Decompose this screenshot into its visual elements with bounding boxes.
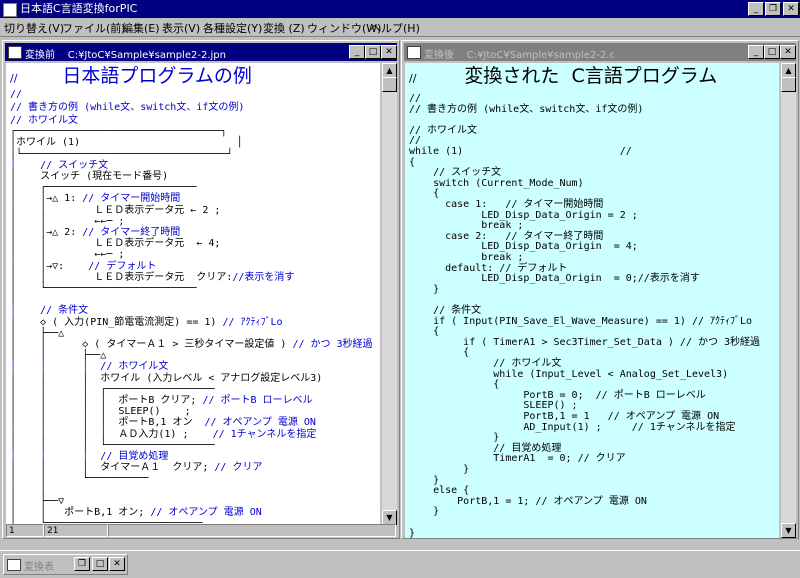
app-window: 日本語C言語変換forPIC _ ❐ ✕ 切り替え(V) ファイル(前) 編集(… (0, 0, 800, 578)
maximize-button[interactable]: □ (92, 557, 108, 571)
source-line: │└──────────────────────────────────┘ (10, 148, 233, 160)
source-pane-titlebar[interactable]: 変換前 C:¥JtoC¥Sample¥sample2-2.jpn _ □ ✕ (5, 43, 397, 61)
source-line: │ │→▽: // デフォルト (10, 260, 157, 272)
source-line: │ホワイル (1) │ (10, 137, 243, 149)
restore-button[interactable]: ❐ (74, 557, 90, 571)
source-pane-title: 変換前 C:¥JtoC¥Sample¥sample2-2.jpn (25, 50, 226, 61)
output-pane-title: 変換後 C:¥JtoC¥Sample¥sample2-2.c (424, 50, 615, 61)
source-line: │ │ ＬＥＤ表示データ元 クリア://表示を消す (10, 271, 295, 283)
output-scrollbar[interactable]: ▲ ▼ (781, 63, 796, 538)
source-editor[interactable]: //日本語プログラムの例 // // 書き方の例 (while文、switch文、… (6, 63, 380, 525)
output-line: } (409, 283, 440, 295)
source-line: │ │ │ ホワイル (入力レベル < アナログ設定レベル3) (10, 372, 323, 384)
output-line: if ( Input(PIN_Save_El_Wave_Measure) == … (409, 315, 753, 327)
source-line: │ ├──▽ (10, 495, 65, 507)
source-line: │ │ │ └────────────────── (10, 439, 215, 451)
status-column: 21 (44, 524, 108, 537)
source-scrollbar[interactable]: ▲ ▼ (382, 63, 397, 525)
output-pane: 変換後 C:¥JtoC¥Sample¥sample2-2.c _ □ ✕ //変… (401, 40, 799, 539)
output-close-button[interactable]: ✕ (780, 45, 796, 59)
source-line: │ │→△ 1: // タイマー開始時間 (10, 193, 181, 205)
source-statusbar: 1 21 (6, 524, 396, 537)
output-minimize-button[interactable]: _ (748, 45, 764, 59)
output-heading: //変換された C言語プログラム (409, 65, 718, 87)
source-pane: 変換前 C:¥JtoC¥Sample¥sample2-2.jpn _ □ ✕ /… (2, 40, 400, 539)
menu-view[interactable]: 表示(V) (162, 20, 200, 36)
source-line: │ │ ←←─ ; (10, 249, 125, 261)
source-line: │ ├──△ (10, 327, 65, 339)
source-minimize-button[interactable]: _ (349, 45, 365, 59)
source-line: │ │ │ ┌────────────────── (10, 383, 215, 395)
source-heading: //日本語プログラムの例 (10, 65, 252, 87)
source-line: // 書き方の例 (while文、switch文、if文の例) (10, 102, 245, 113)
output-line: } (409, 506, 440, 518)
minimized-window-label: 変換表 (24, 562, 54, 573)
source-line: │ // 条件文 (10, 305, 89, 317)
output-line: } (409, 527, 416, 538)
source-line: │ │ (10, 484, 47, 496)
menu-help[interactable]: ヘルプ(H) (370, 20, 420, 36)
app-title: 日本語C言語変換forPIC (20, 2, 138, 15)
source-line: │ │ │ // ホワイル文 (10, 361, 169, 373)
source-line: │ │ │ │ ポートB,1 オン // オペアンプ 電源 ON (10, 417, 316, 429)
source-line: │ │ │ │ ＡＤ入力(1) ; // 1チャンネルを指定 (10, 428, 317, 440)
document-icon (7, 559, 21, 571)
minimize-button[interactable]: _ (748, 2, 764, 16)
menu-switch[interactable]: 切り替え(V) (4, 20, 64, 36)
close-button[interactable]: ✕ (109, 557, 125, 571)
menu-convert[interactable]: 変換 (Z) (263, 20, 305, 36)
app-titlebar[interactable]: 日本語C言語変換forPIC _ ❐ ✕ (0, 0, 800, 18)
source-line: │ │ ←←─ ; (10, 215, 125, 227)
source-line: // ホワイル文 (10, 115, 79, 126)
output-line: PortB,1 = 1; // オペアンプ 電源 ON (409, 495, 647, 507)
source-close-button[interactable]: ✕ (381, 45, 397, 59)
scroll-up-arrow-icon[interactable]: ▲ (781, 63, 796, 78)
document-icon (407, 46, 421, 59)
source-line: // (10, 89, 23, 100)
app-icon (3, 3, 17, 17)
source-line: │ │ └────────── (10, 473, 149, 485)
output-line: while (1) // (409, 146, 632, 157)
menu-settings[interactable]: 各種設定(Y) (203, 20, 262, 36)
source-maximize-button[interactable]: □ (365, 45, 381, 59)
status-info (108, 524, 396, 537)
scroll-down-arrow-icon[interactable]: ▼ (382, 510, 397, 525)
status-line: 1 (6, 524, 44, 537)
source-line: │ │ ＬＥＤ表示データ元 ← 2 ; (10, 204, 221, 216)
minimized-window[interactable]: 変換表 ❐ □ ✕ (3, 554, 128, 575)
source-line: │ // スイッチ文 (10, 159, 109, 171)
output-maximize-button[interactable]: □ (764, 45, 780, 59)
scroll-thumb[interactable] (382, 77, 397, 92)
mdi-taskbar: 変換表 ❐ □ ✕ (0, 550, 800, 578)
scroll-up-arrow-icon[interactable]: ▲ (382, 63, 397, 78)
scroll-thumb[interactable] (781, 77, 796, 92)
scroll-down-arrow-icon[interactable]: ▼ (781, 523, 796, 538)
close-button[interactable]: ✕ (783, 2, 799, 16)
maximize-button[interactable]: ❐ (765, 2, 781, 16)
output-line: LED_Disp_Data_Origin = 0;//表示を消す (409, 273, 700, 285)
source-line: │ └───────────────────────── (10, 283, 197, 294)
document-icon (8, 46, 22, 59)
output-line: // 書き方の例 (while文、switch文、if文の例) (409, 103, 644, 115)
menu-bar: 切り替え(V) ファイル(前) 編集(E) 表示(V) 各種設定(Y) 変換 (… (0, 18, 800, 37)
menu-file[interactable]: ファイル(前) (62, 20, 126, 36)
menu-edit[interactable]: 編集(E) (122, 20, 160, 36)
output-editor[interactable]: //変換された C言語プログラム //// 書き方の例 (while文、swit… (405, 63, 779, 538)
source-line: │ ◇ ( 入力(PIN_節電電流測定) == 1) // ｱｸﾃｨﾌﾞLo (10, 316, 283, 328)
output-pane-titlebar[interactable]: 変換後 C:¥JtoC¥Sample¥sample2-2.c _ □ ✕ (404, 43, 796, 61)
